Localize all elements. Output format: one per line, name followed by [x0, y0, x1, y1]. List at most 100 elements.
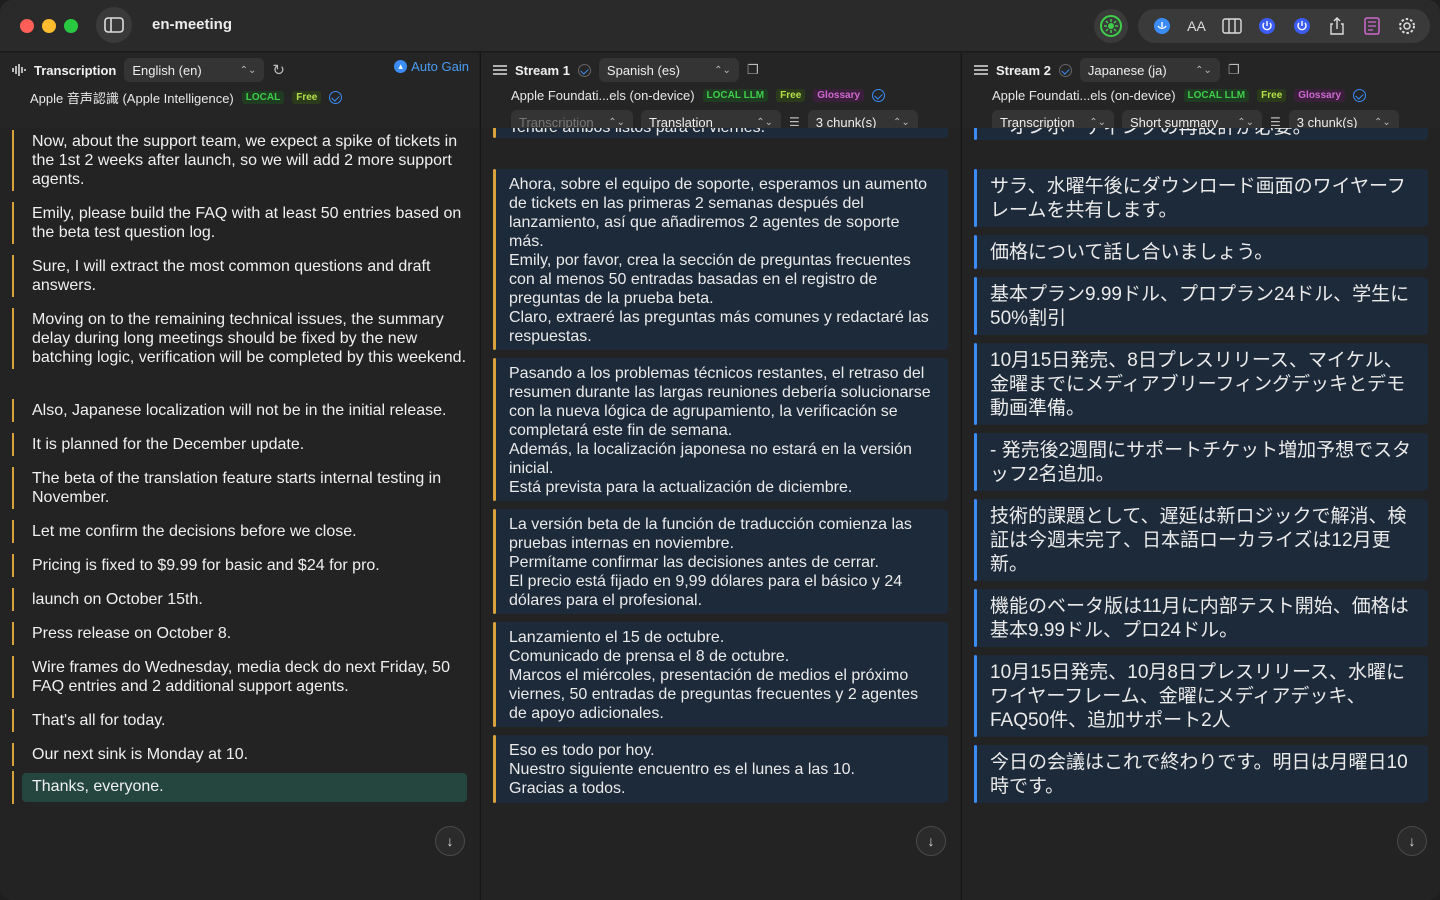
transcript-segment[interactable]: Now, about the support team, we expect a…: [12, 130, 467, 191]
transcript-segment[interactable]: Sure, I will extract the most common que…: [12, 255, 467, 297]
transcript-segment[interactable]: Emily, please build the FAQ with at leas…: [12, 202, 467, 244]
minimize-window-button[interactable]: [42, 19, 56, 33]
verified-check-icon[interactable]: [872, 89, 886, 102]
popout-icon[interactable]: ❐: [747, 62, 759, 78]
toolbar: AA: [1138, 9, 1430, 43]
stream1-header: Stream 1 Spanish (es) ⌃⌄ ❐ Apple Foundati…: [481, 53, 960, 134]
stream2-card[interactable]: - 発売後2週間にサポートチケット増加予想でスタッフ2名追加。: [974, 433, 1428, 491]
stream1-card[interactable]: Eso es todo por hoy. Nuestro siguiente e…: [493, 735, 948, 803]
transcript-segment[interactable]: Pricing is fixed to $9.99 for basic and …: [12, 554, 467, 577]
auto-gain-toggle[interactable]: ▴ Auto Gain: [394, 59, 469, 74]
stream1-language-select[interactable]: Spanish (es) ⌃⌄: [598, 58, 739, 82]
text-size-label: AA: [1187, 18, 1206, 34]
stream2-card[interactable]: 10月15日発売、8日プレスリリース、マイケル、金曜までにメディアブリーフィング…: [974, 343, 1428, 425]
chevron-updown-icon: ⌃⌄: [756, 116, 773, 128]
stream2-card[interactable]: 10月15日発売、10月8日プレスリリース、水曜にワイヤーフレーム、金曜にメディ…: [974, 655, 1428, 737]
list-icon: [493, 65, 507, 75]
auto-gain-icon: ▴: [394, 60, 408, 73]
refresh-icon[interactable]: ↻: [272, 61, 285, 79]
arrow-down-icon: ↓: [446, 833, 454, 849]
chevron-updown-icon: ⌃⌄: [714, 64, 731, 76]
transcription-language-select[interactable]: English (en) ⌃⌄: [124, 58, 265, 82]
title-bar: en-meeting AA: [0, 0, 1440, 52]
notes-icon[interactable]: [1360, 14, 1384, 38]
chevron-updown-icon: ⌃⌄: [893, 116, 910, 128]
columns-icon[interactable]: [1220, 14, 1244, 38]
stream1-card[interactable]: Pasando a los problemas técnicos restant…: [493, 358, 948, 501]
stream1-language-value: Spanish (es): [606, 62, 680, 78]
verified-check-icon[interactable]: [1353, 89, 1367, 102]
sidebar-toggle-button[interactable]: [96, 7, 132, 43]
transcription-title: Transcription: [34, 62, 117, 78]
zoom-window-button[interactable]: [64, 19, 78, 33]
transcript-segment[interactable]: That's all for today.: [12, 709, 467, 732]
transcription-list[interactable]: Now, about the support team, we expect a…: [0, 128, 479, 900]
record-button[interactable]: [1094, 9, 1128, 43]
transcript-segment[interactable]: Press release on October 8.: [12, 622, 467, 645]
transcript-segment[interactable]: It is planned for the December update.: [12, 433, 467, 456]
transcription-language-value: English (en): [132, 62, 202, 78]
free-badge: Free: [292, 91, 322, 104]
stream1-card-partial[interactable]: Tendré ambos listos para el viernes.: [493, 128, 948, 138]
transcript-segment[interactable]: Our next sink is Monday at 10.: [12, 743, 467, 766]
transcript-segment[interactable]: Moving on to the remaining technical iss…: [12, 308, 467, 369]
stream2-card[interactable]: 価格について話し合いましょう。: [974, 235, 1428, 269]
sidebar-icon: [104, 17, 124, 33]
close-window-button[interactable]: [20, 19, 34, 33]
scroll-to-bottom-button[interactable]: ↓: [435, 826, 465, 856]
transcription-header: Transcription English (en) ⌃⌄ ↻ ▴ Auto Ga…: [0, 53, 479, 128]
scroll-to-bottom-button[interactable]: ↓: [916, 826, 946, 856]
chevron-updown-icon: ⌃⌄: [239, 64, 257, 76]
stream1-status-icon: [577, 63, 591, 77]
power-icon[interactable]: [1255, 14, 1279, 38]
chevron-updown-icon: ⌃⌄: [1195, 64, 1212, 76]
stream1-list[interactable]: Tendré ambos listos para el viernes. Aho…: [481, 128, 960, 900]
settings-icon[interactable]: [1395, 14, 1419, 38]
power-alt-icon[interactable]: [1290, 14, 1314, 38]
stream2-card[interactable]: 機能のベータ版は11月に内部テスト開始、価格は基本9.99ドル、プロ24ドル。: [974, 589, 1428, 647]
stream2-card[interactable]: サラ、水曜午後にダウンロード画面のワイヤーフレームを共有します。: [974, 169, 1428, 227]
local-badge: LOCAL: [241, 91, 285, 104]
chevron-updown-icon: ⌃⌄: [608, 116, 625, 128]
stream2-card[interactable]: 技術的課題として、遅延は新ロジックで解消、検証は今週末完了、日本語ローカライズは…: [974, 499, 1428, 581]
glossary-badge: Glossary: [813, 89, 865, 102]
chevron-updown-icon: ⌃⌄: [1374, 116, 1391, 128]
chunk-settings-icon: ☰: [1270, 115, 1281, 129]
transcript-segment[interactable]: Let me confirm the decisions before we c…: [12, 520, 467, 543]
stream2-column: Stream 2 Japanese (ja) ⌃⌄ ❐ Apple Foundat…: [961, 53, 1440, 900]
scroll-to-bottom-button[interactable]: ↓: [1397, 826, 1427, 856]
local-llm-badge: LOCAL LLM: [702, 89, 769, 102]
local-llm-badge: LOCAL LLM: [1183, 89, 1250, 102]
transcript-segment[interactable]: The beta of the translation feature star…: [12, 467, 467, 509]
verified-check-icon[interactable]: [329, 91, 343, 104]
stream1-card[interactable]: Lanzamiento el 15 de octubre. Comunicado…: [493, 622, 948, 727]
stream2-language-value: Japanese (ja): [1087, 62, 1167, 78]
stream1-column: Stream 1 Spanish (es) ⌃⌄ ❐ Apple Foundati…: [480, 53, 960, 900]
glossary-badge: Glossary: [1294, 89, 1346, 102]
window-title: en-meeting: [152, 16, 233, 33]
transcript-segment[interactable]: Wire frames do Wednesday, media deck do …: [12, 656, 467, 698]
transcript-segment[interactable]: Also, Japanese localization will not be …: [12, 399, 467, 422]
stream1-card[interactable]: Ahora, sobre el equipo de soporte, esper…: [493, 169, 948, 350]
free-badge: Free: [1257, 89, 1287, 102]
popout-icon[interactable]: ❐: [1228, 62, 1240, 78]
share-icon[interactable]: [1325, 14, 1349, 38]
stream1-model-name: Apple Foundati...els (on-device): [511, 88, 695, 103]
stream1-title: Stream 1: [515, 62, 570, 78]
stream1-card[interactable]: La versión beta de la función de traducc…: [493, 509, 948, 614]
stream2-title: Stream 2: [996, 62, 1051, 78]
stream2-model-name: Apple Foundati...els (on-device): [992, 88, 1176, 103]
free-badge: Free: [776, 89, 806, 102]
stream2-card[interactable]: 基本プラン9.99ドル、プロプラン24ドル、学生に50%割引: [974, 277, 1428, 335]
auto-gain-label: Auto Gain: [411, 59, 469, 74]
stream2-card[interactable]: 今日の会議はこれで終わりです。明日は月曜日10時です。: [974, 745, 1428, 803]
translate-icon[interactable]: [1150, 14, 1174, 38]
stream2-card-partial[interactable]: ・オンボーディングの再設計が必要。: [974, 128, 1428, 140]
stream2-status-icon: [1058, 63, 1072, 77]
transcript-segment[interactable]: launch on October 15th.: [12, 588, 467, 611]
text-size-icon[interactable]: AA: [1185, 14, 1209, 38]
arrow-down-icon: ↓: [927, 833, 935, 849]
stream2-list[interactable]: ・オンボーディングの再設計が必要。 サラ、水曜午後にダウンロード画面のワイヤーフ…: [962, 128, 1440, 900]
stream2-language-select[interactable]: Japanese (ja) ⌃⌄: [1079, 58, 1220, 82]
transcript-segment-active[interactable]: Thanks, everyone.: [12, 771, 467, 804]
